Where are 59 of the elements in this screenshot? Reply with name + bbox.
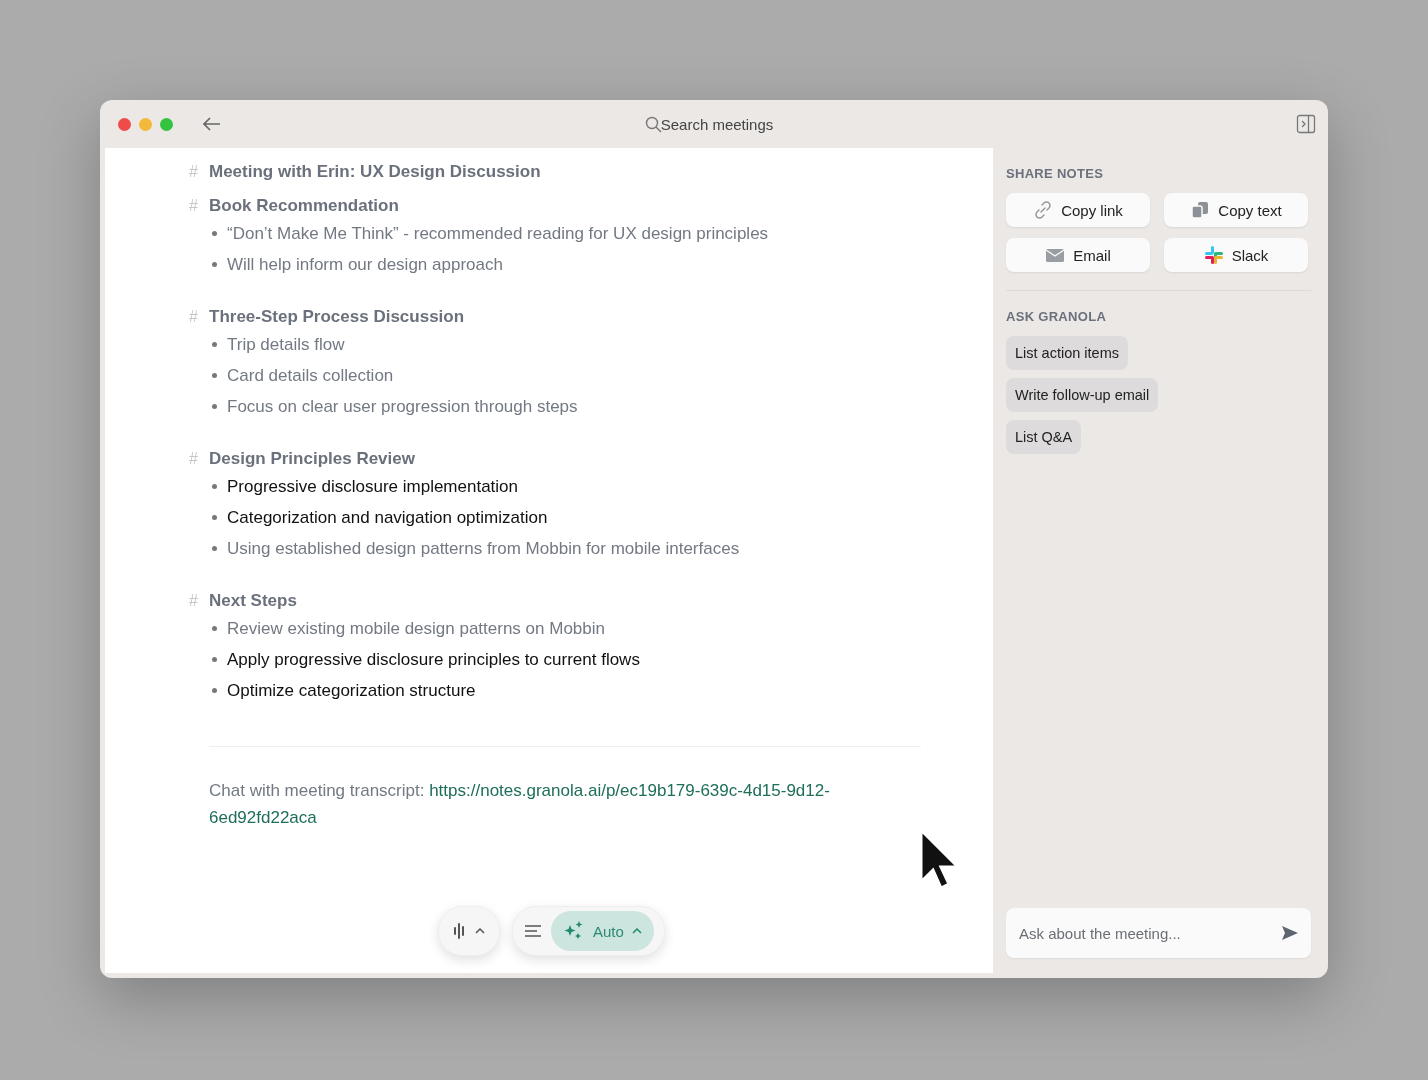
- suggestion-chip[interactable]: List Q&A: [1006, 420, 1082, 454]
- search-field[interactable]: Search meetings: [467, 109, 967, 139]
- share-button[interactable]: Email: [1006, 238, 1150, 272]
- bullet-text: Trip details flow: [227, 334, 345, 355]
- bullet-text: Optimize categorization structure: [227, 680, 476, 701]
- send-icon[interactable]: [1281, 925, 1299, 941]
- share-button[interactable]: Copy link: [1006, 193, 1150, 227]
- search-icon: [645, 116, 662, 133]
- heading-marker: #: [189, 592, 199, 610]
- envelope-icon: [1045, 247, 1066, 263]
- audio-control-button[interactable]: [438, 906, 500, 956]
- suggestion-chip[interactable]: List action items: [1006, 336, 1128, 370]
- copy-icon: [1190, 200, 1211, 220]
- bullet-text: Focus on clear user progression through steps: [227, 396, 578, 417]
- bullet-dot: [212, 688, 217, 693]
- bullet-text: Apply progressive disclosure principles to current flows: [227, 649, 640, 670]
- heading-marker: #: [189, 197, 199, 215]
- close-window-button[interactable]: [118, 117, 131, 131]
- bullet-text: Will help inform our design approach: [227, 254, 503, 275]
- ask-input-field[interactable]: Ask about the meeting...: [1006, 908, 1311, 958]
- bullet-text: Card details collection: [227, 365, 394, 386]
- bullet-dot: [212, 342, 217, 347]
- caret-icon: [631, 928, 642, 934]
- transcript-note: Chat with meeting transcript: https://notes.granola.ai/p/ec19b179-639c-4d15-9d12-6ed92fd22aca: [209, 780, 831, 829]
- bullet-text: Using established design patterns from Mobbin for mobile interfaces: [227, 538, 740, 559]
- back-arrow-icon[interactable]: [203, 117, 221, 131]
- section-heading: Book Recommendation: [209, 196, 399, 216]
- bullet-dot: [212, 231, 217, 236]
- bullet-dot: [212, 373, 217, 378]
- share-button[interactable]: Slack: [1164, 238, 1308, 272]
- bullet-text: Categorization and navigation optimization: [227, 507, 548, 528]
- heading-marker: #: [189, 163, 199, 181]
- bullet-dot: [212, 657, 217, 662]
- bullet-text: Progressive disclosure implementation: [227, 476, 519, 497]
- bullet-dot: [212, 404, 217, 409]
- text-lines-icon[interactable]: [523, 923, 543, 939]
- caret-icon: [475, 928, 485, 934]
- sidebar-toggle-icon[interactable]: [1296, 114, 1316, 134]
- section-heading: Meeting with Erin: UX Design Discussion: [209, 162, 541, 182]
- bullet-text: Review existing mobile design patterns on Mobbin: [227, 618, 605, 639]
- suggestion-chip[interactable]: Write follow-up email: [1006, 378, 1159, 412]
- zoom-window-button[interactable]: [160, 117, 173, 131]
- section-title: SHARE NOTES: [1006, 166, 1105, 181]
- slack-icon: [1203, 245, 1224, 265]
- bullet-dot: [212, 626, 217, 631]
- section-heading: Design Principles Review: [209, 449, 415, 469]
- heading-marker: #: [189, 308, 199, 326]
- bullet-dot: [212, 546, 217, 551]
- bullet-text: “Don’t Make Me Think” - recommended reading for UX design principles: [227, 223, 769, 244]
- bullet-dot: [212, 484, 217, 489]
- section-heading: Next Steps: [209, 591, 297, 611]
- bullet-dot: [212, 515, 217, 520]
- bullet-dot: [212, 262, 217, 267]
- section-title: ASK GRANOLA: [1006, 309, 1108, 324]
- link-icon: [1033, 200, 1054, 220]
- audio-bars-icon: [453, 922, 467, 940]
- heading-marker: #: [189, 450, 199, 468]
- section-heading: Three-Step Process Discussion: [209, 307, 465, 327]
- share-button[interactable]: Copy text: [1164, 193, 1308, 227]
